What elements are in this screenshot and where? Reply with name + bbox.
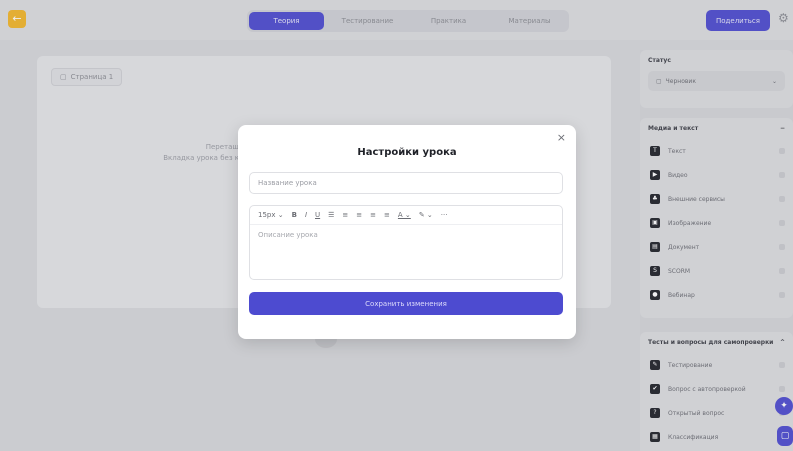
- highlight-icon[interactable]: ✎ ⌄: [419, 211, 433, 219]
- editor-toolbar: 15px ⌄ B I U ☰ ≡ ≡ ≡ ≡ A ⌄ ✎ ⌄ ···: [250, 206, 562, 225]
- description-editor[interactable]: 15px ⌄ B I U ☰ ≡ ≡ ≡ ≡ A ⌄ ✎ ⌄ ··· Описа…: [249, 205, 563, 280]
- save-button[interactable]: Сохранить изменения: [249, 292, 563, 315]
- align-justify-icon[interactable]: ≡: [384, 211, 390, 219]
- align-right-icon[interactable]: ≡: [370, 211, 376, 219]
- bold-icon[interactable]: B: [292, 211, 297, 219]
- align-center-icon[interactable]: ≡: [356, 211, 362, 219]
- lesson-settings-modal: × Настройки урока Название урока 15px ⌄ …: [238, 125, 576, 339]
- description-placeholder: Описание урока: [258, 231, 318, 239]
- align-left-icon[interactable]: ≡: [342, 211, 348, 219]
- modal-title: Настройки урока: [357, 147, 457, 158]
- more-icon[interactable]: ···: [441, 211, 448, 219]
- underline-icon[interactable]: U: [315, 211, 320, 219]
- list-icon[interactable]: ☰: [328, 211, 334, 219]
- close-icon[interactable]: ×: [557, 131, 566, 144]
- font-size-value: 15px: [258, 211, 276, 219]
- text-color-icon[interactable]: A ⌄: [398, 211, 411, 219]
- lesson-title-input[interactable]: Название урока: [249, 172, 563, 194]
- font-size-select[interactable]: 15px ⌄: [258, 211, 284, 219]
- italic-icon[interactable]: I: [305, 211, 307, 219]
